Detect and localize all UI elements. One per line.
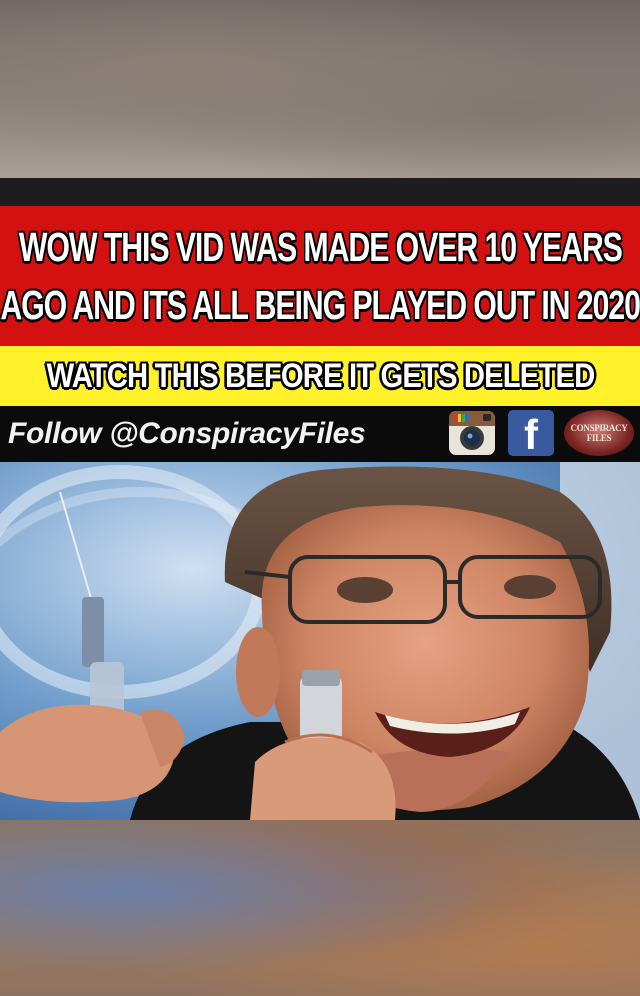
news-photo — [0, 462, 640, 820]
facebook-glyph: f — [524, 411, 538, 456]
logo-text: CONSPIRACY FILES — [570, 423, 628, 443]
headline-line-2: AGO AND ITS ALL BEING PLAYED OUT IN 2020 — [0, 282, 640, 328]
headline-banner: WOW THIS VID WAS MADE OVER 10 YEARS AGO … — [0, 206, 640, 346]
subheadline-text: WATCH THIS BEFORE IT GETS DELETED — [46, 356, 595, 395]
blurred-background-top — [0, 0, 640, 178]
subheadline-banner: WATCH THIS BEFORE IT GETS DELETED — [0, 346, 640, 406]
top-divider — [0, 178, 640, 206]
conspiracy-files-logo: CONSPIRACY FILES — [564, 410, 634, 456]
instagram-icon[interactable] — [448, 410, 496, 456]
facebook-icon[interactable]: f — [508, 410, 554, 456]
blurred-background-bottom — [0, 820, 640, 996]
headline-line-1: WOW THIS VID WAS MADE OVER 10 YEARS — [18, 224, 623, 270]
follow-handle[interactable]: Follow @ConspiracyFiles — [8, 417, 366, 451]
